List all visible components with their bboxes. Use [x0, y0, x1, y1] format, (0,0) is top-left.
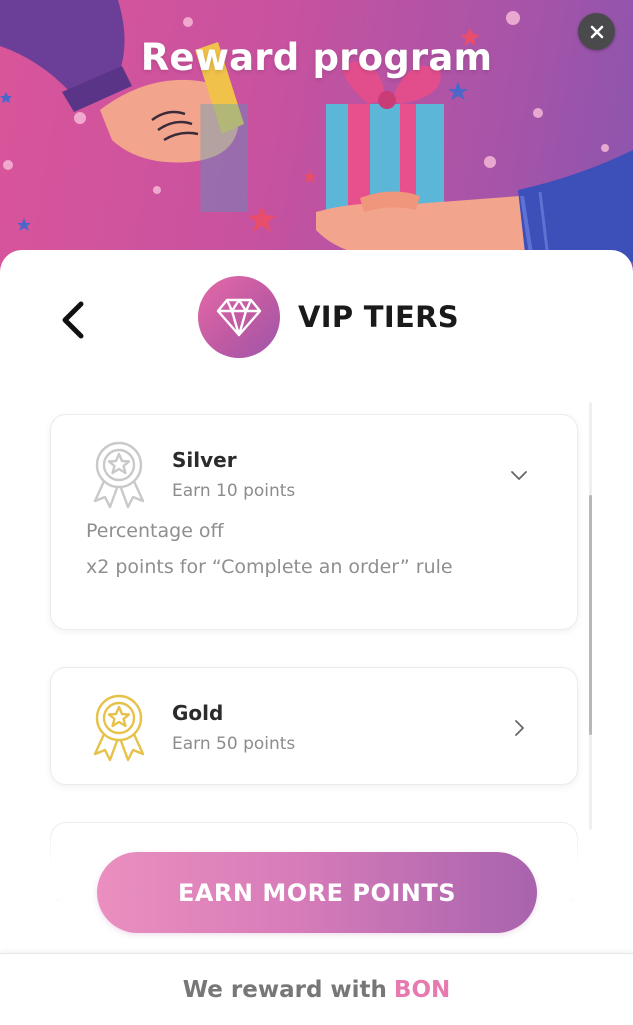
- reward-program-title: Reward program: [140, 36, 493, 79]
- scrollbar-thumb[interactable]: [589, 495, 592, 735]
- back-button[interactable]: [52, 298, 92, 342]
- tier-name: Gold: [172, 701, 224, 725]
- tier-points: Earn 10 points: [172, 481, 296, 501]
- tier-card-silver[interactable]: Silver Earn 10 points Percentage off x2 …: [50, 414, 578, 630]
- gold-medal-icon: [93, 694, 145, 762]
- brand-link[interactable]: BON: [394, 977, 450, 1003]
- vip-tiers-panel: VIP TIERS Silver Earn 10 points Percenta…: [0, 250, 633, 1025]
- chevron-right-icon[interactable]: [509, 718, 529, 738]
- vip-badge: [198, 276, 280, 358]
- tier-card-gold[interactable]: Gold Earn 50 points: [50, 667, 578, 785]
- diamond-icon: [216, 298, 262, 337]
- silver-medal-icon: [93, 441, 145, 509]
- hero-banner: Reward program: [0, 0, 633, 290]
- chevron-down-icon[interactable]: [509, 465, 529, 485]
- footer-bar: We reward with BON: [0, 953, 633, 1025]
- earn-more-points-button[interactable]: EARN MORE POINTS: [97, 852, 537, 933]
- vip-tiers-title: VIP TIERS: [298, 300, 459, 334]
- close-icon: [590, 25, 603, 38]
- footer-text: We reward with: [182, 976, 387, 1003]
- tier-benefit: Percentage off: [86, 520, 224, 542]
- close-button[interactable]: [578, 13, 615, 50]
- tier-benefit: x2 points for “Complete an order” rule: [86, 556, 453, 578]
- tier-name: Silver: [172, 448, 237, 472]
- tier-points: Earn 50 points: [172, 734, 296, 754]
- chevron-left-icon: [62, 301, 84, 339]
